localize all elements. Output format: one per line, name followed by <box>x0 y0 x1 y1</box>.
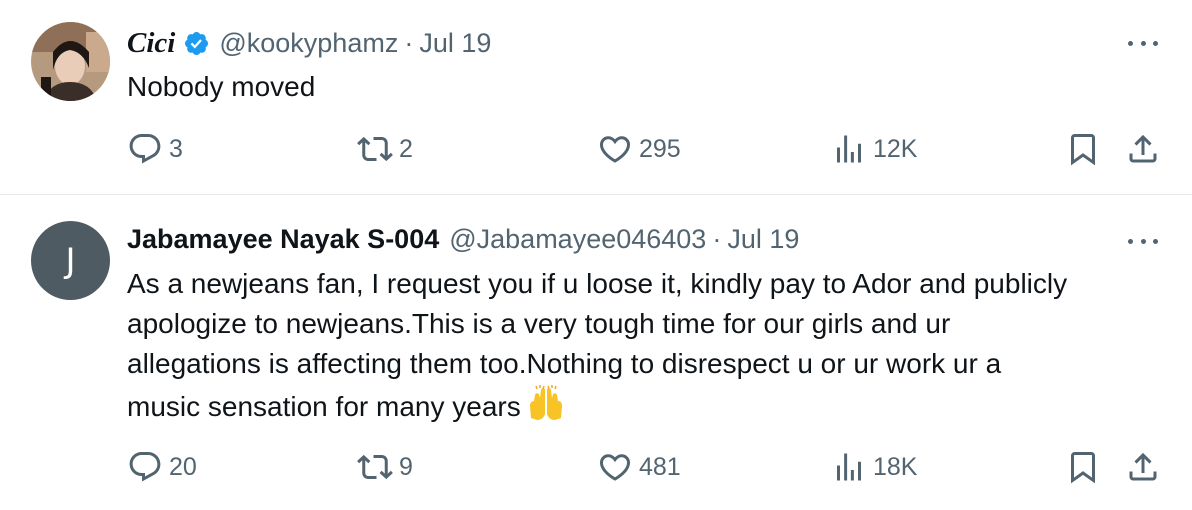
heart-icon <box>599 454 631 481</box>
tweet-text: Nobody moved <box>127 67 315 107</box>
display-name[interactable]: Cici <box>127 27 175 60</box>
views-button[interactable]: 18K <box>831 449 917 485</box>
retweet-count: 2 <box>399 134 413 163</box>
tweet-header: Jabamayee Nayak S-004 @Jabamayee046403 ·… <box>127 222 799 256</box>
action-bar: 3 2 295 12K <box>0 131 1192 171</box>
like-button[interactable]: 481 <box>597 449 681 485</box>
views-chart-icon <box>837 453 861 481</box>
share-icon <box>1129 452 1157 481</box>
bookmark-button[interactable] <box>1065 131 1101 167</box>
retweet-button[interactable]: 9 <box>357 449 413 485</box>
tweet-text: As a newjeans fan, I request you if u lo… <box>127 264 1177 427</box>
more-options-icon[interactable] <box>1128 236 1158 246</box>
tweet[interactable]: J Jabamayee Nayak S-004 @Jabamayee046403… <box>0 196 1192 510</box>
views-count: 18K <box>873 452 918 481</box>
tweet-header: Cici @kookyphamz · Jul 19 <box>127 26 491 60</box>
tweet-text-line: As a newjeans fan, I request you if u lo… <box>127 268 1068 299</box>
like-count: 481 <box>639 452 681 481</box>
share-button[interactable] <box>1125 131 1161 167</box>
tweet-text-line: Nobody moved <box>127 71 316 102</box>
views-count: 12K <box>873 134 918 163</box>
avatar[interactable]: J <box>31 221 110 300</box>
avatar-photo <box>31 22 110 101</box>
display-name[interactable]: Jabamayee Nayak S-004 <box>127 224 439 255</box>
reply-button[interactable]: 20 <box>127 449 197 485</box>
reply-button[interactable]: 3 <box>127 131 183 167</box>
bookmark-icon <box>1071 134 1095 166</box>
tweet-text-line: music sensation for many years <box>127 384 1177 427</box>
reply-count: 20 <box>169 452 197 481</box>
views-chart-icon <box>837 135 861 163</box>
views-button[interactable]: 12K <box>831 131 917 167</box>
tweet-text-line: apologize to newjeans.This is a very tou… <box>127 308 951 339</box>
separator: · <box>404 27 414 58</box>
retweet-button[interactable]: 2 <box>357 131 413 167</box>
verified-badge-icon[interactable] <box>183 30 210 57</box>
separator: · <box>712 223 722 254</box>
heart-icon <box>599 136 631 163</box>
tweet-text-line: allegations is affecting them too.Nothin… <box>127 348 1002 379</box>
retweet-icon <box>357 136 393 162</box>
raising-hands-emoji-icon <box>527 384 565 422</box>
tweet-text-segment: music sensation for many years <box>127 391 521 422</box>
timestamp[interactable]: Jul 19 <box>419 28 491 59</box>
timestamp[interactable]: Jul 19 <box>727 224 799 255</box>
action-bar: 20 9 481 18K <box>0 449 1192 489</box>
retweet-icon <box>357 454 393 480</box>
reply-count: 3 <box>169 134 183 163</box>
more-options-icon[interactable] <box>1128 38 1158 48</box>
user-handle[interactable]: @kookyphamz <box>219 28 398 59</box>
share-icon <box>1129 134 1157 163</box>
tweet[interactable]: Cici @kookyphamz · Jul 19 Nobody moved 3… <box>0 0 1192 195</box>
bookmark-icon <box>1071 452 1095 484</box>
user-handle[interactable]: @Jabamayee046403 <box>449 224 706 255</box>
reply-icon <box>129 452 161 482</box>
reply-icon <box>129 134 161 164</box>
avatar-initial: J <box>65 240 76 281</box>
avatar[interactable] <box>31 22 110 101</box>
like-button[interactable]: 295 <box>597 131 681 167</box>
retweet-count: 9 <box>399 452 413 481</box>
like-count: 295 <box>639 134 681 163</box>
bookmark-button[interactable] <box>1065 449 1101 485</box>
share-button[interactable] <box>1125 449 1161 485</box>
